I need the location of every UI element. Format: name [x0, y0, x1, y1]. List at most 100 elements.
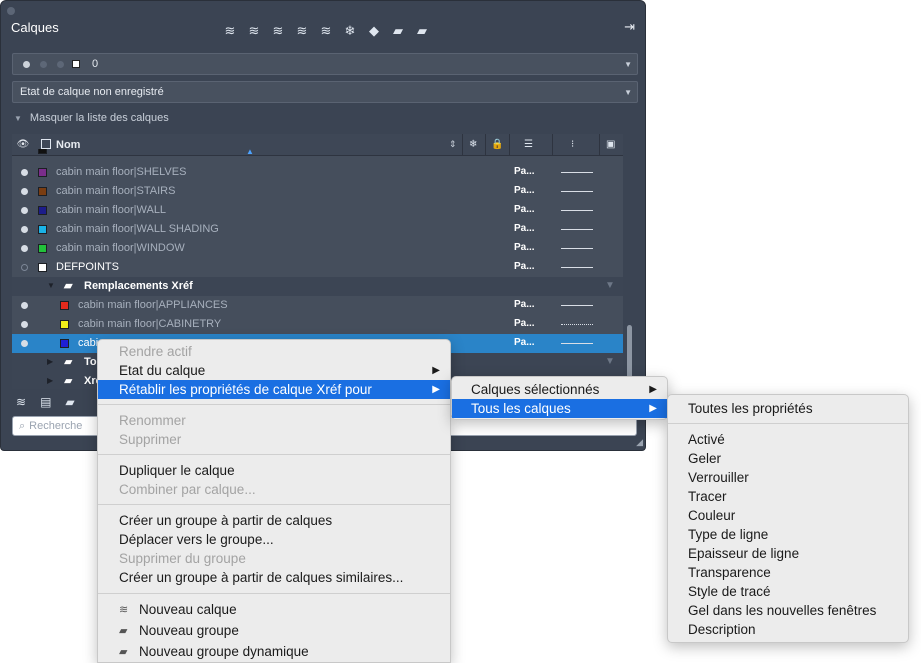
layer-color-swatch[interactable]	[38, 225, 47, 234]
menu-item-transparency[interactable]: Transparence	[668, 563, 908, 582]
layer-color-swatch[interactable]	[60, 320, 69, 329]
freeze-icon[interactable]: ❄	[341, 22, 359, 40]
menu-item-freeze[interactable]: Geler	[668, 449, 908, 468]
layer-name: cabin main floor|STAIRS	[56, 185, 176, 197]
freeze-state-icon	[57, 60, 64, 68]
menu-item-plot[interactable]: Tracer	[668, 487, 908, 506]
layer-row[interactable]: cabin main floor|WALL Pa...	[12, 201, 623, 220]
layer-row[interactable]: DEFPOINTS Pa...	[12, 258, 623, 277]
layer-row[interactable]: cabin main floor|STAIRS Pa...	[12, 182, 623, 201]
menu-item-all-layers[interactable]: Tous les calques ▶	[452, 399, 667, 418]
menu-item-group-from-similar[interactable]: Créer un groupe à partir de calques simi…	[98, 568, 450, 587]
layer-color-swatch[interactable]	[38, 206, 47, 215]
submenu-arrow-icon: ▶	[649, 384, 657, 395]
menu-item-all-properties[interactable]: Toutes les propriétés	[668, 399, 908, 418]
on-icon[interactable]	[21, 321, 28, 328]
menu-item-on[interactable]: Activé	[668, 430, 908, 449]
menu-item-label: Rétablir les propriétés de calque Xréf p…	[119, 382, 372, 397]
layer-row[interactable]: cabin main floor|CABINETRY Pa...	[12, 315, 623, 334]
layer-color-swatch[interactable]	[38, 263, 47, 272]
layer-name: cabin main floor|WINDOW	[56, 242, 185, 254]
layer-color-swatch[interactable]	[38, 168, 47, 177]
menu-item-selected-layers[interactable]: Calques sélectionnés ▶	[452, 380, 667, 399]
menu-item-rename[interactable]: Renommer	[98, 411, 450, 430]
current-layer-dropdown[interactable]: 0 ▼	[12, 53, 638, 75]
menu-item-reset-xref-properties[interactable]: Rétablir les propriétés de calque Xréf p…	[98, 380, 450, 399]
layer-color-swatch[interactable]	[60, 339, 69, 348]
menu-item-new-group[interactable]: ▰ Nouveau groupe	[98, 621, 450, 640]
layer-row[interactable]: cabin main floor|WALL SHADING Pa...	[12, 220, 623, 239]
layer-states-icon[interactable]: ≋	[317, 22, 335, 40]
plot-style-value: Pa...	[514, 204, 535, 215]
menu-item-duplicate-layer[interactable]: Dupliquer le calque	[98, 461, 450, 480]
layer-row[interactable]: cabin main floor|APPLIANCES Pa...	[12, 296, 623, 315]
menu-item-lineweight[interactable]: Epaisseur de ligne	[668, 544, 908, 563]
triangle-right-icon[interactable]: ▶	[47, 376, 53, 385]
hide-layer-list-toggle[interactable]: ▼ Masquer la liste des calques	[14, 112, 169, 124]
dock-icon[interactable]: ⇥	[624, 19, 635, 35]
on-icon[interactable]	[21, 245, 28, 252]
menu-item-merge-by-layer[interactable]: Combiner par calque...	[98, 480, 450, 499]
menu-item-lock[interactable]: Verrouiller	[668, 468, 908, 487]
menu-separator	[98, 404, 450, 405]
plot-style-value: Pa...	[514, 223, 535, 234]
triangle-right-icon[interactable]: ▶	[47, 357, 53, 366]
triangle-down-icon[interactable]: ▼	[47, 281, 55, 290]
menu-item-color[interactable]: Couleur	[668, 506, 908, 525]
menu-item-new-dynamic-group[interactable]: ▰ Nouveau groupe dynamique	[98, 642, 450, 661]
off-icon[interactable]	[21, 264, 28, 271]
on-icon[interactable]	[21, 169, 28, 176]
layer-row[interactable]: cabin main floor|SHELVES Pa...	[12, 163, 623, 182]
lock-icon[interactable]: ▰	[389, 22, 407, 40]
filter-icon: ▼	[605, 356, 615, 367]
on-icon[interactable]	[21, 207, 28, 214]
set-current-icon[interactable]: ≋	[293, 22, 311, 40]
on-icon[interactable]	[21, 188, 28, 195]
layer-context-menu: Rendre actif Etat du calque ▶ Rétablir l…	[97, 339, 451, 663]
new-group-filter-icon[interactable]: ▤	[40, 395, 51, 409]
layer-color-swatch[interactable]	[60, 301, 69, 310]
properties-submenu: Toutes les propriétés Activé Geler Verro…	[667, 394, 909, 643]
search-icon: ⌕	[19, 419, 26, 432]
off-icon[interactable]: ◆	[365, 22, 383, 40]
menu-item-move-to-group[interactable]: Déplacer vers le groupe...	[98, 530, 450, 549]
linetype-sample	[561, 305, 593, 306]
menu-item-remove-from-group[interactable]: Supprimer du groupe	[98, 549, 450, 568]
new-layer-icon: ≋	[119, 604, 129, 616]
menu-item-label: Nouveau calque	[139, 602, 237, 617]
layer-state-dropdown[interactable]: Etat de calque non enregistré ▼	[12, 81, 638, 103]
on-icon[interactable]	[21, 302, 28, 309]
new-folder-icon[interactable]: ▰	[65, 395, 74, 409]
on-icon[interactable]	[21, 340, 28, 347]
menu-item-linetype[interactable]: Type de ligne	[668, 525, 908, 544]
unlock-icon[interactable]: ▰	[413, 22, 431, 40]
menu-item-description[interactable]: Description	[668, 620, 908, 639]
window-close-dot[interactable]	[7, 7, 15, 15]
on-icon[interactable]	[21, 226, 28, 233]
layer-color-swatch[interactable]	[38, 187, 47, 196]
menu-separator	[668, 423, 908, 424]
palette-title: Calques	[11, 20, 59, 35]
menu-item-new-layer[interactable]: ≋ Nouveau calque	[98, 600, 450, 619]
menu-item-label: Nouveau groupe	[139, 623, 239, 638]
menu-item-layer-state[interactable]: Etat du calque ▶	[98, 361, 450, 380]
group-row-xref-overrides[interactable]: ▼ ▰ Remplacements Xréf ▼	[12, 277, 623, 296]
submenu-arrow-icon: ▶	[432, 365, 440, 376]
menu-item-label: Nouveau groupe dynamique	[139, 644, 309, 659]
layer-name: cabin main floor|CABINETRY	[78, 318, 222, 330]
layer-row[interactable]: cabin main floor|WINDOW Pa...	[12, 239, 623, 258]
layer-color-swatch[interactable]	[38, 244, 47, 253]
plot-style-value: Pa...	[514, 242, 535, 253]
layer-column-icon	[41, 139, 51, 149]
new-layer-icon[interactable]: ≋	[16, 395, 26, 409]
menu-item-new-vp-freeze[interactable]: Gel dans les nouvelles fenêtres	[668, 601, 908, 620]
menu-item-delete[interactable]: Supprimer	[98, 430, 450, 449]
new-layer-vp-frozen-icon[interactable]: ≋	[245, 22, 263, 40]
resize-grip-icon[interactable]: ◢	[636, 437, 643, 448]
menu-item-plot-style[interactable]: Style de tracé	[668, 582, 908, 601]
menu-item-set-current[interactable]: Rendre actif	[98, 342, 450, 361]
new-layer-icon[interactable]: ≋	[221, 22, 239, 40]
delete-layer-icon[interactable]: ≋	[269, 22, 287, 40]
menu-item-group-from-layers[interactable]: Créer un groupe à partir de calques	[98, 511, 450, 530]
submenu-arrow-icon: ▶	[432, 384, 440, 395]
